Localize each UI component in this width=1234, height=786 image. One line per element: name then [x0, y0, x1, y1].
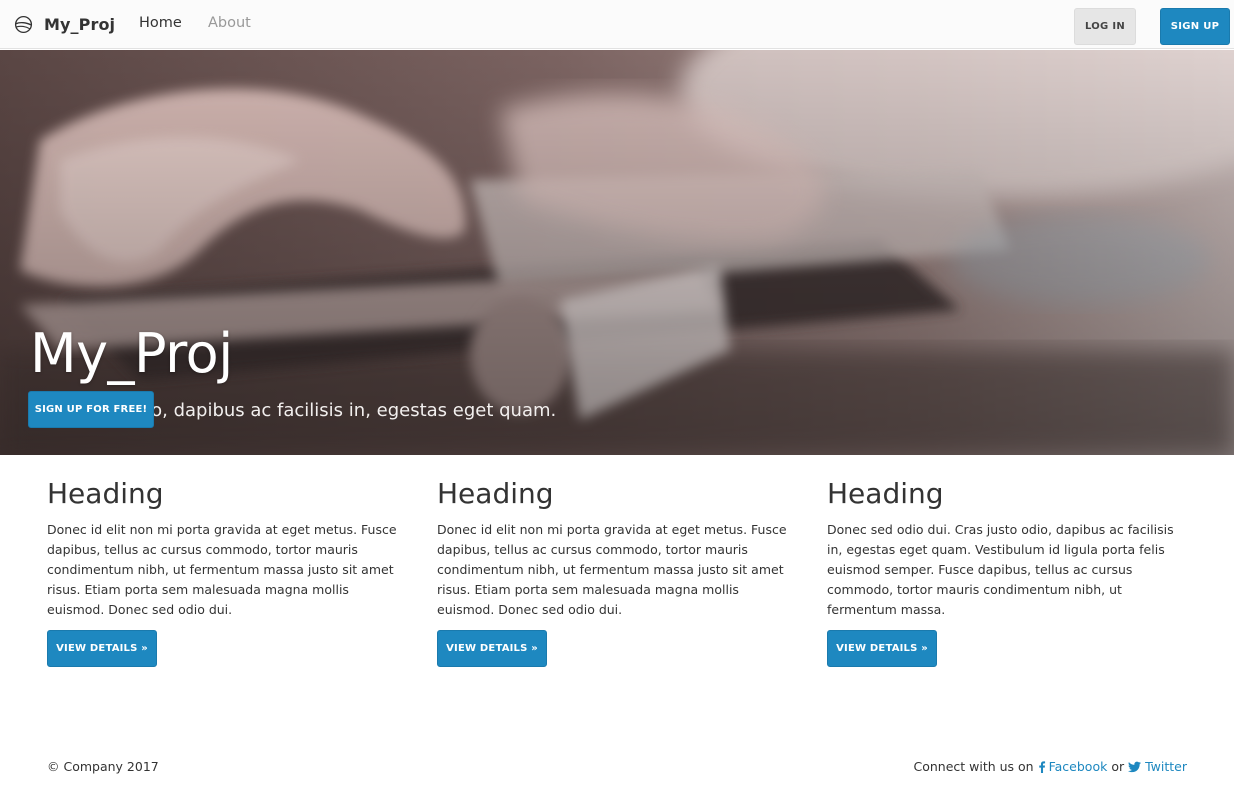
brand-link[interactable]: My_Proj — [14, 13, 115, 35]
twitter-link[interactable]: Twitter — [1128, 759, 1187, 774]
hero-title: My_Proj — [30, 322, 233, 385]
signup-button[interactable]: SIGN UP — [1160, 8, 1230, 45]
globe-icon — [14, 15, 33, 33]
nav-about-link[interactable]: About — [208, 15, 251, 31]
facebook-icon — [1038, 760, 1045, 773]
hero-banner: My_Proj Cras justo odio, dapibus ac faci… — [0, 50, 1234, 455]
navbar: My_Proj Home About LOG IN SIGN UP — [0, 0, 1234, 49]
column-body: Donec sed odio dui. Cras justo odio, dap… — [827, 522, 1174, 617]
view-details-button[interactable]: VIEW DETAILS » — [47, 630, 157, 667]
column-heading: Heading — [437, 477, 554, 510]
footer-social: Connect with us on Facebook or Twitter — [913, 759, 1187, 774]
facebook-label: Facebook — [1048, 759, 1108, 774]
column-heading: Heading — [47, 477, 164, 510]
column-body: Donec id elit non mi porta gravida at eg… — [437, 522, 787, 617]
feature-column: Heading Donec sed odio dui. Cras justo o… — [827, 478, 1177, 667]
facebook-link[interactable]: Facebook — [1038, 759, 1108, 774]
login-button[interactable]: LOG IN — [1074, 8, 1136, 45]
twitter-label: Twitter — [1145, 759, 1187, 774]
footer-copyright: © Company 2017 — [47, 759, 159, 774]
nav-home-link[interactable]: Home — [139, 15, 182, 31]
twitter-icon — [1128, 761, 1142, 772]
feature-column: Heading Donec id elit non mi porta gravi… — [437, 478, 787, 667]
brand-name: My_Proj — [44, 14, 116, 34]
view-details-button[interactable]: VIEW DETAILS » — [827, 630, 937, 667]
connect-text: Connect with us on — [913, 759, 1034, 774]
feature-column: Heading Donec id elit non mi porta gravi… — [47, 478, 397, 667]
view-details-button[interactable]: VIEW DETAILS » — [437, 630, 547, 667]
column-heading: Heading — [827, 477, 944, 510]
or-text: or — [1111, 759, 1125, 774]
hero-background-image — [0, 50, 1234, 455]
column-body: Donec id elit non mi porta gravida at eg… — [47, 522, 397, 617]
signup-free-button[interactable]: SIGN UP FOR FREE! — [28, 391, 154, 428]
